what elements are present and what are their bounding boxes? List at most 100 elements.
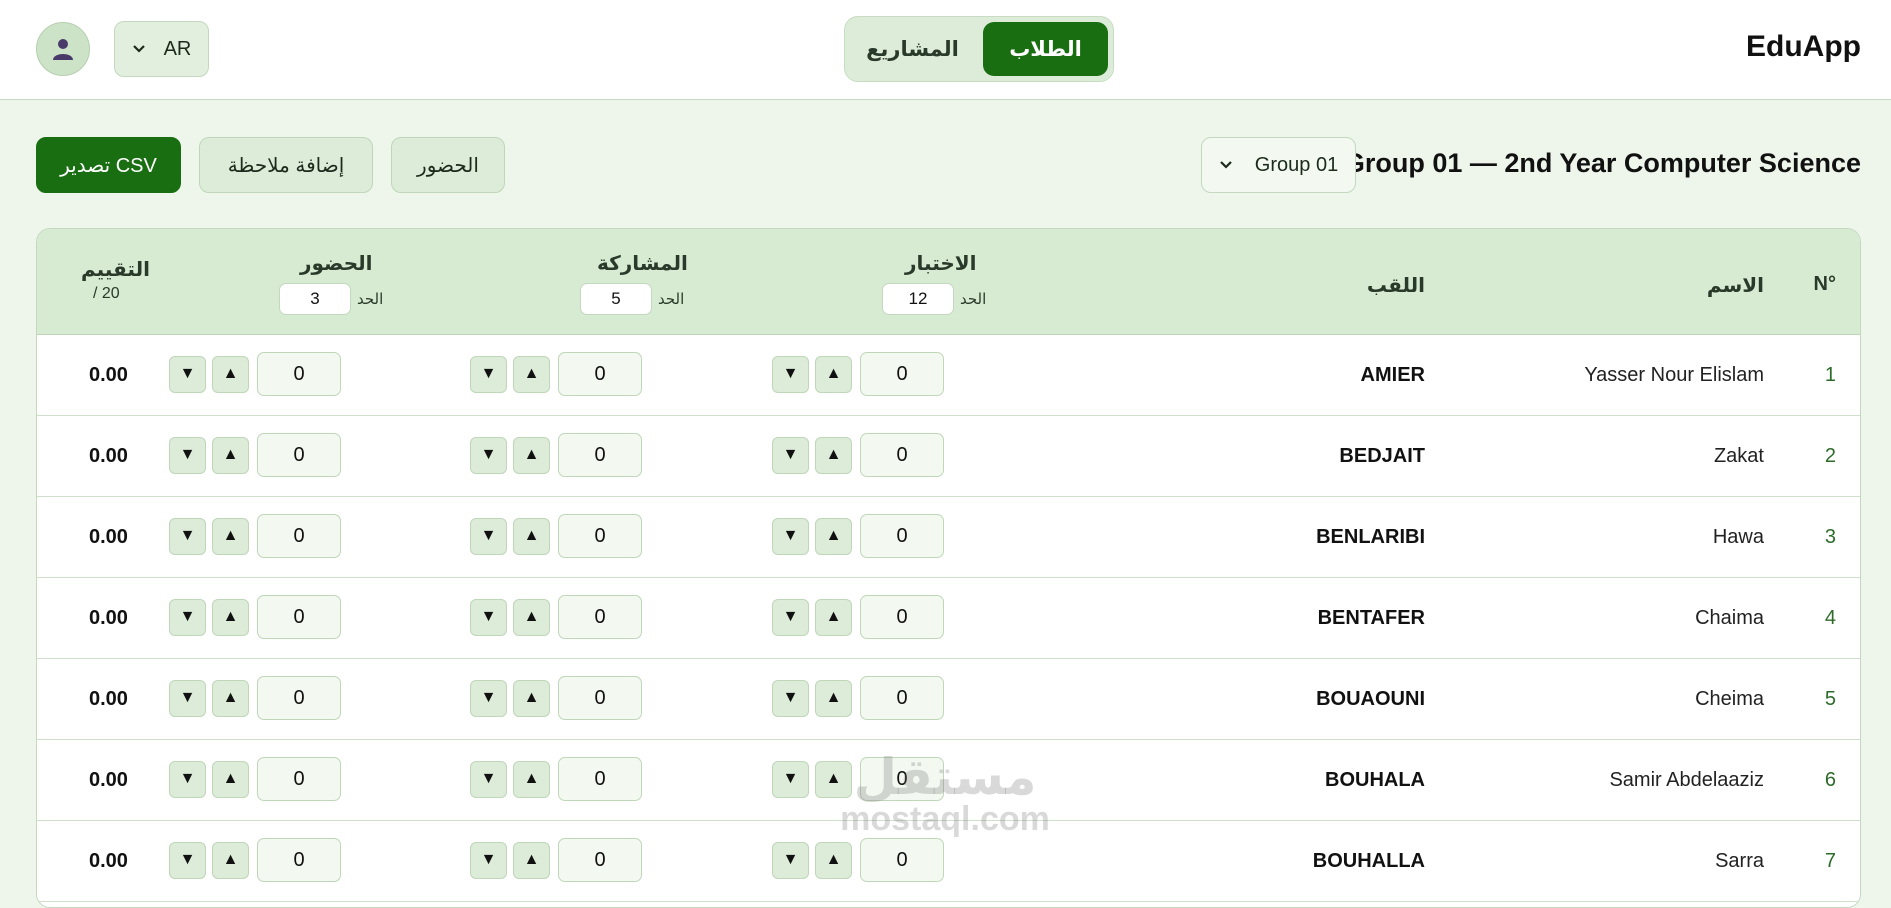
attendance-input[interactable]: 0 <box>257 433 341 477</box>
attendance-decrement-button[interactable]: ▼ <box>169 517 206 555</box>
attendance-input[interactable]: 0 <box>257 352 341 396</box>
attendance-limit-input[interactable]: 3 <box>279 283 351 315</box>
header-surname: اللقب <box>1366 275 1425 297</box>
header-quiz: الاختبار <box>905 253 977 275</box>
attendance-increment-button[interactable]: ▲ <box>212 760 249 798</box>
attendance-button[interactable]: الحضور <box>391 137 505 193</box>
attendance-increment-button[interactable]: ▲ <box>212 598 249 636</box>
quiz-input[interactable]: 0 <box>860 433 944 477</box>
row-surname: BOUAOUNI <box>1316 688 1425 710</box>
row-surname: AMIER <box>1360 364 1425 386</box>
attendance-stepper: ▼ ▲ 0 <box>169 757 341 801</box>
quiz-limit: 12 الحد <box>882 283 986 315</box>
tab-projects[interactable]: المشاريع <box>850 22 975 76</box>
quiz-input[interactable]: 0 <box>860 514 944 558</box>
quiz-increment-button[interactable]: ▲ <box>815 355 852 393</box>
language-value: AR <box>163 37 192 60</box>
quiz-increment-button[interactable]: ▲ <box>815 517 852 555</box>
quiz-increment-button[interactable]: ▲ <box>815 841 852 879</box>
participation-decrement-button[interactable]: ▼ <box>470 355 507 393</box>
attendance-increment-button[interactable]: ▲ <box>212 355 249 393</box>
quiz-increment-button[interactable]: ▲ <box>815 679 852 717</box>
participation-input[interactable]: 0 <box>558 676 642 720</box>
quiz-limit-input[interactable]: 12 <box>882 283 954 315</box>
attendance-increment-button[interactable]: ▲ <box>212 679 249 717</box>
attendance-decrement-button[interactable]: ▼ <box>169 355 206 393</box>
participation-increment-button[interactable]: ▲ <box>513 679 550 717</box>
export-csv-button[interactable]: تصدير CSV <box>36 137 181 193</box>
quiz-decrement-button[interactable]: ▼ <box>772 598 809 636</box>
attendance-decrement-button[interactable]: ▼ <box>169 436 206 474</box>
quiz-stepper: ▼ ▲ 0 <box>772 838 944 882</box>
attendance-increment-button[interactable]: ▲ <box>212 517 249 555</box>
tab-students[interactable]: الطلاب <box>983 22 1108 76</box>
participation-stepper: ▼ ▲ 0 <box>470 838 642 882</box>
row-name: Cheima <box>1695 688 1764 710</box>
table-row: 4 Chaima BENTAFER ▼ ▲ 0 ▼ ▲ 0 ▼ ▲ 0 0.00 <box>37 578 1860 659</box>
group-select[interactable]: Group 01 <box>1201 137 1356 193</box>
participation-decrement-button[interactable]: ▼ <box>470 436 507 474</box>
participation-input[interactable]: 0 <box>558 352 642 396</box>
participation-limit-label: الحد <box>658 291 685 308</box>
app-brand: EduApp <box>1746 30 1861 63</box>
participation-decrement-button[interactable]: ▼ <box>470 760 507 798</box>
add-note-button[interactable]: إضافة ملاحظة <box>199 137 373 193</box>
quiz-decrement-button[interactable]: ▼ <box>772 841 809 879</box>
row-grade: 0.00 <box>89 526 128 548</box>
quiz-increment-button[interactable]: ▲ <box>815 598 852 636</box>
attendance-limit: 3 الحد <box>279 283 383 315</box>
attendance-increment-button[interactable]: ▲ <box>212 841 249 879</box>
participation-limit-input[interactable]: 5 <box>580 283 652 315</box>
participation-increment-button[interactable]: ▲ <box>513 436 550 474</box>
quiz-decrement-button[interactable]: ▼ <box>772 679 809 717</box>
participation-decrement-button[interactable]: ▼ <box>470 598 507 636</box>
attendance-input[interactable]: 0 <box>257 676 341 720</box>
participation-input[interactable]: 0 <box>558 514 642 558</box>
participation-input[interactable]: 0 <box>558 757 642 801</box>
quiz-increment-button[interactable]: ▲ <box>815 436 852 474</box>
attendance-input[interactable]: 0 <box>257 757 341 801</box>
user-icon <box>53 39 73 60</box>
language-select[interactable]: AR <box>114 21 209 77</box>
attendance-input[interactable]: 0 <box>257 514 341 558</box>
participation-input[interactable]: 0 <box>558 433 642 477</box>
participation-input[interactable]: 0 <box>558 595 642 639</box>
participation-decrement-button[interactable]: ▼ <box>470 841 507 879</box>
participation-increment-button[interactable]: ▲ <box>513 760 550 798</box>
attendance-input[interactable]: 0 <box>257 595 341 639</box>
quiz-stepper: ▼ ▲ 0 <box>772 352 944 396</box>
attendance-decrement-button[interactable]: ▼ <box>169 841 206 879</box>
attendance-input[interactable]: 0 <box>257 838 341 882</box>
participation-increment-button[interactable]: ▲ <box>513 355 550 393</box>
participation-decrement-button[interactable]: ▼ <box>470 517 507 555</box>
participation-decrement-button[interactable]: ▼ <box>470 679 507 717</box>
table-row: 1 Yasser Nour Elislam AMIER ▼ ▲ 0 ▼ ▲ 0 ▼ … <box>37 335 1860 416</box>
participation-increment-button[interactable]: ▲ <box>513 841 550 879</box>
quiz-decrement-button[interactable]: ▼ <box>772 760 809 798</box>
row-num: 4 <box>1824 607 1836 629</box>
attendance-increment-button[interactable]: ▲ <box>212 436 249 474</box>
quiz-decrement-button[interactable]: ▼ <box>772 517 809 555</box>
quiz-decrement-button[interactable]: ▼ <box>772 355 809 393</box>
header-grade: التقييم <box>81 259 150 281</box>
participation-stepper: ▼ ▲ 0 <box>470 757 642 801</box>
avatar[interactable] <box>36 22 90 76</box>
quiz-input[interactable]: 0 <box>860 676 944 720</box>
quiz-input[interactable]: 0 <box>860 595 944 639</box>
quiz-decrement-button[interactable]: ▼ <box>772 436 809 474</box>
attendance-decrement-button[interactable]: ▼ <box>169 760 206 798</box>
quiz-input[interactable]: 0 <box>860 352 944 396</box>
attendance-limit-label: الحد <box>357 291 384 308</box>
participation-increment-button[interactable]: ▲ <box>513 517 550 555</box>
attendance-decrement-button[interactable]: ▼ <box>169 679 206 717</box>
attendance-decrement-button[interactable]: ▼ <box>169 598 206 636</box>
participation-stepper: ▼ ▲ 0 <box>470 595 642 639</box>
participation-input[interactable]: 0 <box>558 838 642 882</box>
row-grade: 0.00 <box>89 445 128 467</box>
quiz-input[interactable]: 0 <box>860 838 944 882</box>
row-num: 3 <box>1824 526 1836 548</box>
chevron-down-icon <box>1220 161 1232 169</box>
participation-increment-button[interactable]: ▲ <box>513 598 550 636</box>
row-grade: 0.00 <box>89 688 128 710</box>
quiz-limit-label: الحد <box>960 291 987 308</box>
